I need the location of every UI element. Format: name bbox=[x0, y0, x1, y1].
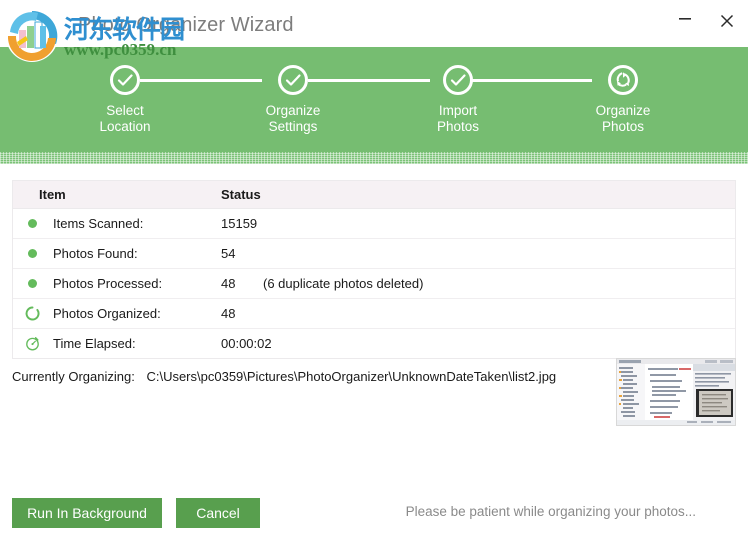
spinner-icon-wrap bbox=[24, 306, 40, 322]
step-organize-settings[interactable]: Organize Settings bbox=[233, 65, 353, 135]
green-dot-icon bbox=[24, 216, 40, 232]
status-message: Please be patient while organizing your … bbox=[405, 504, 696, 519]
row-label: Photos Organized: bbox=[53, 306, 161, 321]
window-controls bbox=[664, 0, 748, 42]
row-value: 54 bbox=[221, 246, 236, 261]
row-value: 48 bbox=[221, 276, 236, 291]
thumbnail-preview-icon bbox=[617, 359, 735, 425]
currently-organizing-label: Currently Organizing: bbox=[12, 369, 135, 384]
step-label-2: Organize Settings bbox=[265, 103, 321, 134]
close-button[interactable] bbox=[706, 4, 748, 38]
row-label: Items Scanned: bbox=[53, 216, 144, 231]
step-circle-1 bbox=[110, 65, 140, 95]
wizard-stepper-band: Select Location Organize Settings Import… bbox=[0, 47, 748, 164]
currently-organizing-path: C:\Users\pc0359\Pictures\PhotoOrganizer\… bbox=[146, 369, 557, 384]
table-row: Photos Found: 54 bbox=[13, 239, 735, 269]
column-header-item: Item bbox=[39, 187, 66, 202]
step-import-photos[interactable]: Import Photos bbox=[398, 65, 518, 135]
step-circle-3 bbox=[443, 65, 473, 95]
row-label: Time Elapsed: bbox=[53, 336, 136, 351]
step-organize-photos[interactable]: Organize Photos bbox=[563, 65, 683, 135]
minimize-icon bbox=[679, 18, 691, 20]
wizard-steps: Select Location Organize Settings Import… bbox=[0, 47, 748, 152]
status-table: Item Status Items Scanned: 15159 Photos … bbox=[12, 180, 736, 359]
row-label: Photos Processed: bbox=[53, 276, 163, 291]
run-in-background-button[interactable]: Run In Background bbox=[12, 498, 162, 528]
stopwatch-icon-wrap bbox=[24, 336, 40, 352]
stopwatch-icon bbox=[25, 337, 39, 351]
green-dot-icon bbox=[24, 276, 40, 292]
minimize-button[interactable] bbox=[664, 1, 706, 41]
table-row: Photos Processed: 48 (6 duplicate photos… bbox=[13, 269, 735, 299]
step-label-4: Organize Photos bbox=[595, 103, 651, 134]
step-circle-2 bbox=[278, 65, 308, 95]
table-row: Photos Organized: 48 bbox=[13, 299, 735, 329]
step-select-location[interactable]: Select Location bbox=[65, 65, 185, 135]
step-circle-4 bbox=[608, 65, 638, 95]
step-label-3: Import Photos bbox=[436, 103, 480, 134]
check-icon bbox=[117, 74, 133, 86]
cancel-button[interactable]: Cancel bbox=[176, 498, 260, 528]
green-dot-icon bbox=[24, 246, 40, 262]
page-title: Photo Organizer Wizard bbox=[78, 14, 294, 36]
check-icon bbox=[450, 74, 466, 86]
spinner-icon bbox=[25, 306, 40, 321]
currently-organizing: Currently Organizing: C:\Users\pc0359\Pi… bbox=[12, 369, 556, 384]
sync-arrows-icon bbox=[616, 72, 630, 87]
row-value: 15159 bbox=[221, 216, 258, 231]
step-label-1: Select Location bbox=[99, 103, 151, 134]
row-note: (6 duplicate photos deleted) bbox=[263, 276, 424, 291]
table-row: Time Elapsed: 00:00:02 bbox=[13, 329, 735, 358]
current-photo-thumbnail bbox=[616, 358, 736, 426]
close-icon bbox=[720, 14, 734, 28]
footer-bar: Run In Background Cancel Please be patie… bbox=[0, 478, 748, 533]
row-label: Photos Found: bbox=[53, 246, 138, 261]
row-value: 00:00:02 bbox=[221, 336, 272, 351]
table-header-row: Item Status bbox=[13, 181, 735, 209]
check-icon bbox=[285, 74, 301, 86]
column-header-status: Status bbox=[221, 187, 261, 202]
row-value: 48 bbox=[221, 306, 236, 321]
band-texture-strip bbox=[0, 152, 748, 164]
table-row: Items Scanned: 15159 bbox=[13, 209, 735, 239]
